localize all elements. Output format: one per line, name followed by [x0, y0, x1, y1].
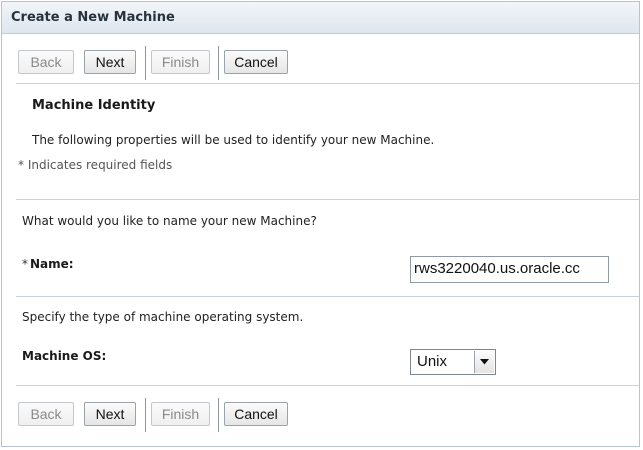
next-button[interactable]: Next: [84, 402, 136, 426]
top-toolbar: Back Next Finish Cancel: [2, 46, 639, 80]
toolbar-separator: [145, 398, 146, 432]
name-label-text: Name:: [30, 257, 74, 271]
dropdown-button[interactable]: [474, 351, 494, 373]
back-button[interactable]: Back: [18, 50, 74, 74]
machine-name-input[interactable]: rws3220040.us.oracle.cc: [410, 256, 609, 283]
bottom-toolbar: Back Next Finish Cancel: [2, 398, 639, 432]
wizard-window: Create a New Machine Back Next Finish Ca…: [1, 1, 640, 447]
finish-button[interactable]: Finish: [151, 50, 210, 74]
toolbar-separator: [218, 46, 219, 80]
divider: [16, 296, 639, 297]
toolbar-separator: [145, 46, 146, 80]
divider: [16, 385, 639, 386]
required-fields-note: * Indicates required fields: [18, 158, 173, 172]
next-button[interactable]: Next: [84, 50, 136, 74]
divider: [16, 199, 639, 200]
toolbar-separator: [218, 398, 219, 432]
cancel-button[interactable]: Cancel: [224, 402, 288, 426]
section-description: The following properties will be used to…: [32, 133, 435, 147]
page-title: Create a New Machine: [11, 10, 175, 25]
divider: [16, 83, 639, 84]
title-bar: Create a New Machine: [2, 2, 639, 34]
machine-os-label: Machine OS:: [22, 349, 107, 363]
finish-button[interactable]: Finish: [151, 402, 210, 426]
section-heading: Machine Identity: [32, 98, 156, 113]
cancel-button[interactable]: Cancel: [224, 50, 288, 74]
name-prompt: What would you like to name your new Mac…: [22, 214, 317, 228]
machine-os-value: Unix: [417, 353, 448, 370]
chevron-down-icon: [480, 359, 489, 365]
back-button[interactable]: Back: [18, 402, 74, 426]
os-prompt: Specify the type of machine operating sy…: [22, 310, 304, 324]
name-label: * Name:: [22, 257, 74, 271]
machine-os-select[interactable]: Unix: [410, 349, 496, 375]
required-marker: *: [22, 257, 28, 271]
